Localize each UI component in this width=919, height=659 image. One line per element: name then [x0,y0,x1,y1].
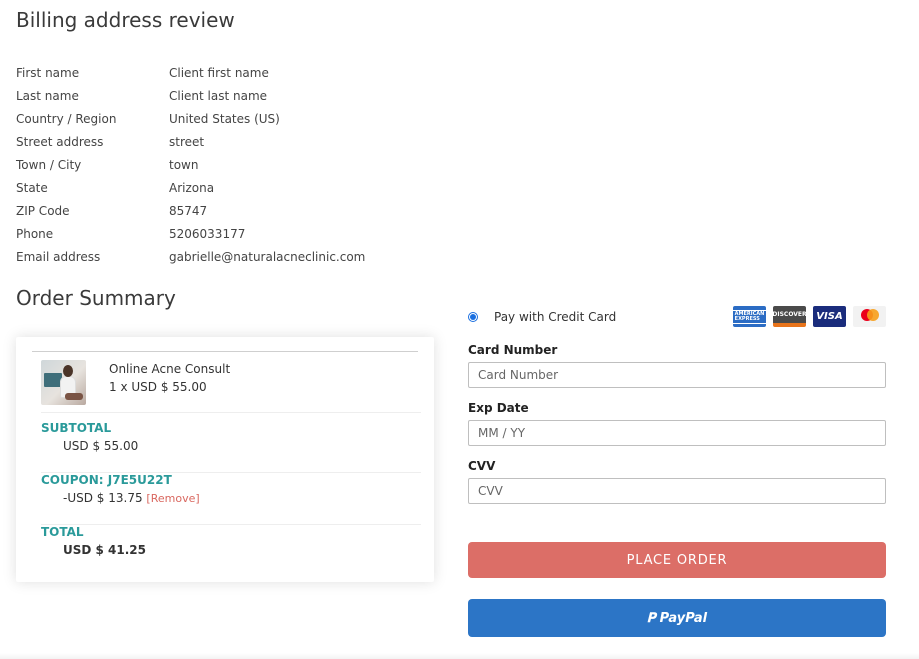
address-value: town [169,157,199,172]
paypal-icon: 𝐏 [646,610,656,626]
pay-with-credit-card-option[interactable]: Pay with Credit Card [468,310,616,324]
item-quantity-price: 1 x USD $ 55.00 [109,380,207,394]
address-row-state: State Arizona [16,176,436,199]
total-value: USD $ 41.25 [63,543,147,557]
total-section: TOTAL USD $ 41.25 [41,525,421,557]
address-value: street [169,134,205,149]
order-summary-title: Order Summary [16,286,176,310]
address-row-last-name: Last name Client last name [16,84,436,107]
item-name: Online Acne Consult [109,362,231,376]
divider [32,351,418,352]
subtotal-value: USD $ 55.00 [63,439,139,453]
address-value: Arizona [169,180,215,195]
address-value: United States (US) [169,111,280,126]
total-label: TOTAL [41,525,84,539]
card-number-input[interactable] [468,362,886,388]
mastercard-icon [853,306,886,327]
discover-icon: DISCOVER [772,306,807,327]
amex-icon: AMERICAN EXPRESS [731,306,768,327]
address-value: gabrielle@naturalacneclinic.com [169,249,366,264]
address-value: 5206033177 [169,226,246,241]
credit-card-radio[interactable] [468,312,478,322]
address-label: Town / City [16,157,82,172]
card-number-label: Card Number [468,343,558,357]
bottom-shadow [0,653,919,659]
subtotal-label: SUBTOTAL [41,421,112,435]
exp-date-label: Exp Date [468,401,529,415]
place-order-button[interactable]: PLACE ORDER [468,542,886,578]
billing-address-list: First name Client first name Last name C… [16,61,436,268]
address-value: 85747 [169,203,208,218]
order-summary-card: Online Acne Consult 1 x USD $ 55.00 SUBT… [16,337,434,582]
coupon-value: -USD $ 13.75 [63,491,143,505]
address-row-email: Email address gabrielle@naturalacneclini… [16,245,436,268]
address-label: Phone [16,226,54,241]
address-label: State [16,180,48,195]
visa-icon: VISA [813,306,846,327]
address-value: Client first name [169,65,269,80]
address-label: Email address [16,249,101,264]
address-row-phone: Phone 5206033177 [16,222,436,245]
address-row-town: Town / City town [16,153,436,176]
card-logos: AMERICAN EXPRESS DISCOVER VISA [731,306,886,327]
remove-coupon-link[interactable]: [Remove] [146,492,199,505]
coupon-section: COUPON: J7E5U22T -USD $ 13.75 [Remove] [41,473,421,525]
cvv-label: CVV [468,459,496,473]
order-item: Online Acne Consult 1 x USD $ 55.00 [41,359,421,413]
address-label: Last name [16,88,79,103]
address-label: First name [16,65,80,80]
paypal-button[interactable]: 𝐏 PayPal [468,599,886,637]
address-row-zip: ZIP Code 85747 [16,199,436,222]
coupon-row: -USD $ 13.75 [Remove] [63,491,421,505]
address-value: Client last name [169,88,268,103]
billing-title: Billing address review [16,8,235,32]
product-thumbnail [41,360,86,405]
payment-method-label: Pay with Credit Card [494,310,617,324]
address-label: Country / Region [16,111,117,126]
address-row-street: Street address street [16,130,436,153]
coupon-label: COUPON: J7E5U22T [41,473,172,487]
address-label: Street address [16,134,104,149]
address-row-country: Country / Region United States (US) [16,107,436,130]
exp-date-input[interactable] [468,420,886,446]
address-label: ZIP Code [16,203,70,218]
cvv-input[interactable] [468,478,886,504]
address-row-first-name: First name Client first name [16,61,436,84]
paypal-label: PayPal [659,610,708,626]
subtotal-section: SUBTOTAL USD $ 55.00 [41,421,421,473]
